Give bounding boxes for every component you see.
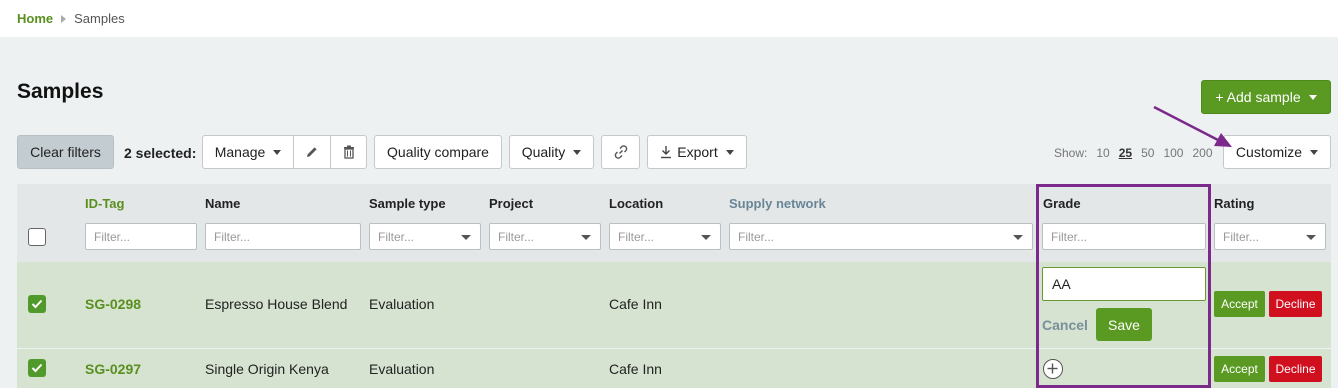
chevron-down-icon: [581, 235, 591, 240]
filter-placeholder: Filter...: [618, 229, 655, 244]
column-header-id-tag[interactable]: ID-Tag: [85, 196, 124, 211]
selection-count: 2 selected:: [124, 145, 197, 161]
filter-name[interactable]: Filter...: [205, 223, 361, 250]
row-sample-type: Evaluation: [369, 361, 435, 377]
row-sample-type: Evaluation: [369, 296, 435, 312]
edit-button[interactable]: [294, 136, 331, 168]
quality-label: Quality: [521, 144, 566, 160]
column-header-rating[interactable]: Rating: [1214, 196, 1254, 211]
row-location: Cafe Inn: [609, 296, 662, 312]
delete-button[interactable]: [331, 136, 366, 168]
manage-dropdown-button[interactable]: Manage: [203, 136, 294, 168]
show-label: Show:: [1054, 146, 1088, 160]
filter-placeholder: Filter...: [1051, 229, 1088, 244]
pencil-icon: [307, 147, 317, 157]
column-header-sample-type[interactable]: Sample type: [369, 196, 446, 211]
export-label: Export: [677, 144, 718, 160]
row-id-link[interactable]: SG-0297: [85, 361, 141, 377]
chevron-down-icon: [1310, 149, 1319, 155]
checkmark-icon: [31, 299, 43, 309]
export-dropdown-button[interactable]: Export: [647, 135, 747, 169]
grade-cancel-link[interactable]: Cancel: [1042, 317, 1088, 333]
column-header-location[interactable]: Location: [609, 196, 663, 211]
select-all-checkbox[interactable]: [28, 228, 46, 246]
chevron-down-icon: [725, 149, 734, 155]
filter-grade[interactable]: Filter...: [1042, 223, 1206, 250]
chevron-down-icon: [701, 235, 711, 240]
filter-placeholder: Filter...: [1223, 229, 1260, 244]
manage-button-group: Manage: [202, 135, 367, 169]
quality-compare-button[interactable]: Quality compare: [374, 135, 502, 169]
page-title: Samples: [17, 80, 104, 103]
chevron-down-icon: [1013, 235, 1023, 240]
filter-id-tag[interactable]: Filter...: [85, 223, 197, 250]
column-header-grade[interactable]: Grade: [1043, 196, 1081, 211]
filter-placeholder: Filter...: [94, 229, 131, 244]
accept-button[interactable]: Accept: [1214, 356, 1265, 382]
breadcrumb: Home Samples: [0, 0, 1338, 37]
filter-supply-network[interactable]: Filter...: [729, 223, 1033, 250]
decline-button[interactable]: Decline: [1269, 356, 1322, 382]
column-header-supply-network[interactable]: Supply network: [729, 196, 826, 211]
checkmark-icon: [31, 363, 43, 373]
clear-filters-button[interactable]: Clear filters: [17, 135, 114, 169]
row-checkbox[interactable]: [28, 359, 46, 377]
filter-placeholder: Filter...: [378, 229, 415, 244]
chevron-down-icon: [1308, 94, 1317, 100]
row-location: Cafe Inn: [609, 361, 662, 377]
row-checkbox[interactable]: [28, 295, 46, 313]
filter-sample-type[interactable]: Filter...: [369, 223, 481, 250]
filter-placeholder: Filter...: [214, 229, 251, 244]
chevron-down-icon: [573, 149, 582, 155]
filter-placeholder: Filter...: [738, 229, 775, 244]
grade-input[interactable]: AA: [1042, 267, 1206, 301]
add-grade-button[interactable]: [1043, 359, 1063, 379]
filter-placeholder: Filter...: [498, 229, 535, 244]
chevron-down-icon: [1306, 235, 1316, 240]
filter-project[interactable]: Filter...: [489, 223, 601, 250]
page-size-option-active[interactable]: 25: [1119, 146, 1132, 160]
download-icon: [661, 146, 672, 159]
quality-dropdown-button[interactable]: Quality: [509, 135, 594, 169]
chevron-down-icon: [273, 149, 282, 155]
filter-location[interactable]: Filter...: [609, 223, 721, 250]
customize-label: Customize: [1235, 144, 1303, 160]
row-name: Espresso House Blend: [205, 296, 348, 312]
chevron-down-icon: [461, 235, 471, 240]
breadcrumb-separator-icon: [61, 14, 67, 23]
plus-icon: [1047, 363, 1058, 374]
breadcrumb-current: Samples: [74, 11, 125, 26]
annotation-arrow-icon: [1153, 105, 1232, 147]
filter-rating[interactable]: Filter...: [1214, 223, 1326, 250]
link-button[interactable]: [601, 135, 640, 169]
accept-button[interactable]: Accept: [1214, 291, 1265, 317]
decline-button[interactable]: Decline: [1269, 291, 1322, 317]
column-header-name[interactable]: Name: [205, 196, 240, 211]
manage-label: Manage: [214, 144, 266, 160]
link-icon: [614, 145, 627, 159]
column-header-project[interactable]: Project: [489, 196, 533, 211]
row-name: Single Origin Kenya: [205, 361, 329, 377]
row-id-link[interactable]: SG-0298: [85, 296, 141, 312]
breadcrumb-home-link[interactable]: Home: [17, 11, 53, 26]
trash-icon: [343, 145, 354, 159]
grade-save-button[interactable]: Save: [1096, 308, 1152, 341]
page-size-option[interactable]: 10: [1096, 146, 1109, 160]
